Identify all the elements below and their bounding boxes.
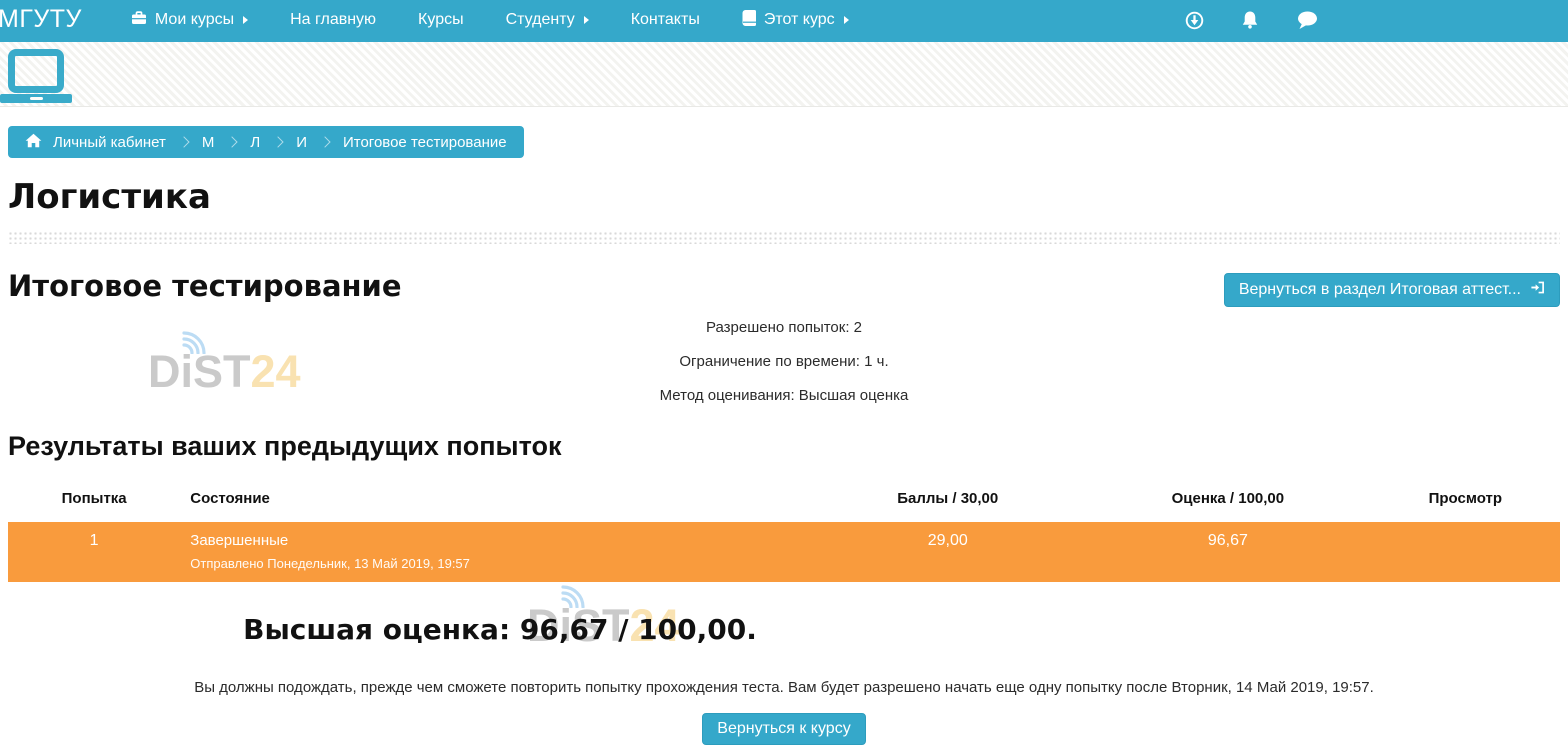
cell-grade: 96,67 (1085, 522, 1371, 582)
chevron-right-icon (319, 136, 330, 147)
top-navbar: МГУТУ Мои курсы На главную Курсы Студент… (0, 0, 1568, 40)
cell-marks: 29,00 (810, 522, 1085, 582)
sign-in-icon (1530, 280, 1545, 300)
chat-icon[interactable] (1296, 11, 1318, 30)
chevron-right-icon (273, 136, 284, 147)
breadcrumb-item-m[interactable]: М (202, 134, 215, 151)
nav-item-student[interactable]: Студенту (485, 0, 610, 40)
nav-item-home[interactable]: На главную (269, 0, 397, 40)
col-grade: Оценка / 100,00 (1085, 477, 1371, 522)
back-to-course-button[interactable]: Вернуться к курсу (702, 713, 865, 745)
briefcase-icon (131, 10, 147, 30)
cell-state: Завершенные Отправлено Понедельник, 13 М… (180, 522, 810, 582)
results-heading: Результаты ваших предыдущих попыток (8, 430, 1568, 462)
state-submitted: Отправлено Понедельник, 13 Май 2019, 19:… (190, 556, 800, 572)
page-title: Логистика (8, 179, 1568, 216)
col-review: Просмотр (1371, 477, 1560, 522)
nav-right-icons (1185, 10, 1318, 30)
breadcrumb-item-current: Итоговое тестирование (343, 134, 507, 151)
quiz-info: Разрешено попыток: 2 Ограничение по врем… (0, 318, 1568, 406)
attempts-table: Попытка Состояние Баллы / 30,00 Оценка /… (8, 477, 1560, 582)
header-banner (0, 40, 1568, 107)
brand-logo[interactable]: МГУТУ (0, 5, 82, 34)
info-attempts-allowed: Разрешено попыток: 2 (0, 318, 1568, 338)
cell-review (1371, 522, 1560, 582)
table-header-row: Попытка Состояние Баллы / 30,00 Оценка /… (8, 477, 1560, 522)
col-marks: Баллы / 30,00 (810, 477, 1085, 522)
info-grading-method: Метод оценивания: Высшая оценка (0, 386, 1568, 406)
home-icon (25, 133, 42, 152)
col-state: Состояние (180, 477, 810, 522)
breadcrumb: Личный кабинет М Л И Итоговое тестирован… (8, 126, 524, 158)
caret-right-icon (844, 16, 849, 24)
breadcrumb-item-l[interactable]: Л (250, 134, 260, 151)
info-time-limit: Ограничение по времени: 1 ч. (0, 352, 1568, 372)
dotted-separator (8, 231, 1560, 244)
return-section-button[interactable]: Вернуться в раздел Итоговая аттест... (1224, 273, 1560, 307)
breadcrumb-item-i[interactable]: И (296, 134, 307, 151)
nav-item-my-courses[interactable]: Мои курсы (110, 0, 269, 40)
attempt-row: 1 Завершенные Отправлено Понедельник, 13… (8, 522, 1560, 582)
nav-menu: Мои курсы На главную Курсы Студенту Конт… (110, 0, 870, 40)
quiz-title: Итоговое тестирование (8, 269, 402, 304)
arrow-circle-down-icon[interactable] (1185, 11, 1204, 30)
back-button-wrap: Вернуться к курсу (0, 713, 1568, 745)
breadcrumb-item-dashboard[interactable]: Личный кабинет (53, 134, 166, 151)
bell-icon[interactable] (1240, 10, 1260, 30)
chevron-right-icon (227, 136, 238, 147)
nav-item-courses[interactable]: Курсы (397, 0, 485, 40)
laptop-icon (0, 49, 72, 103)
best-grade-text: Высшая оценка: 96,67 / 100,00. (0, 613, 1000, 647)
nav-item-contacts[interactable]: Контакты (610, 0, 721, 40)
caret-right-icon (584, 16, 589, 24)
wait-message: Вы должны подождать, прежде чем сможете … (0, 679, 1568, 696)
book-icon (742, 10, 756, 31)
quiz-header-row: Итоговое тестирование Вернуться в раздел… (8, 269, 1560, 307)
cell-attempt-number: 1 (8, 522, 180, 582)
caret-right-icon (243, 16, 248, 24)
chevron-right-icon (178, 136, 189, 147)
state-label: Завершенные (190, 532, 800, 550)
nav-item-this-course[interactable]: Этот курс (721, 0, 870, 40)
col-attempt: Попытка (8, 477, 180, 522)
